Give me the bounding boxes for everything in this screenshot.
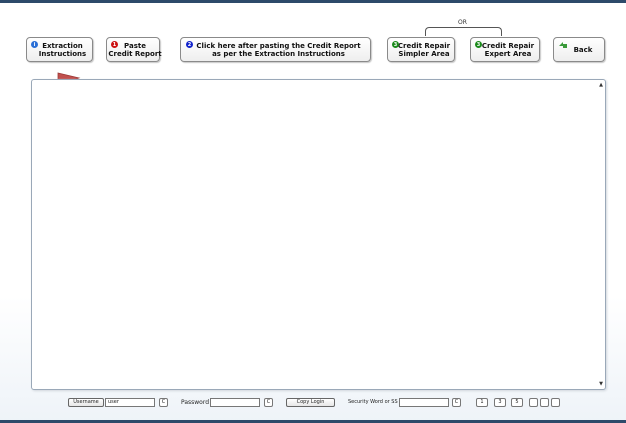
extraction-instructions-button[interactable]: i Extraction Instructions: [26, 37, 93, 62]
char-box-2[interactable]: [540, 397, 549, 407]
username-button[interactable]: Username: [68, 397, 104, 407]
back-button[interactable]: Back: [553, 37, 605, 62]
extraction-label: Extraction Instructions: [38, 41, 87, 58]
step-3-icon: 3: [392, 41, 399, 48]
copy-login-button[interactable]: Copy Login: [286, 397, 335, 407]
security-field[interactable]: [399, 397, 449, 407]
copy-username-icon[interactable]: C: [159, 397, 168, 407]
char-5-button[interactable]: 5: [511, 397, 523, 407]
paste-credit-report-button[interactable]: 1 Paste Credit Report: [106, 37, 162, 62]
process-credit-report-button[interactable]: 2 Click here after pasting the Credit Re…: [180, 37, 371, 62]
back-label: Back: [573, 45, 593, 54]
credit-report-textarea[interactable]: ▲ ▼: [31, 79, 606, 390]
char-box-1[interactable]: [529, 397, 538, 407]
expert-label: Credit Repair Expert Area: [481, 41, 535, 58]
step-1-icon: 1: [111, 41, 118, 48]
or-label: OR: [458, 19, 467, 26]
info-icon: i: [31, 41, 38, 48]
credit-repair-simpler-button[interactable]: 3 Credit Repair Simpler Area: [387, 37, 455, 62]
login-footer: Username user C Password C Copy Login Se…: [0, 397, 626, 409]
copy-password-icon[interactable]: C: [264, 397, 273, 407]
step-3-icon: 3: [475, 41, 482, 48]
password-label: Password: [181, 398, 210, 406]
char-1-button[interactable]: 1: [476, 397, 488, 407]
back-arrow-icon: [558, 41, 568, 51]
step-2-icon: 2: [186, 41, 193, 48]
scroll-up-icon[interactable]: ▲: [599, 82, 603, 88]
credit-repair-expert-button[interactable]: 3 Credit Repair Expert Area: [470, 37, 540, 62]
or-bracket: [425, 27, 502, 36]
copy-security-icon[interactable]: C: [452, 397, 461, 407]
username-field[interactable]: user: [105, 397, 155, 407]
top-border: [0, 0, 626, 3]
simpler-label: Credit Repair Simpler Area: [397, 41, 451, 58]
process-label: Click here after pasting the Credit Repo…: [196, 41, 361, 58]
char-3-button[interactable]: 3: [494, 397, 506, 407]
password-field[interactable]: [210, 397, 260, 407]
security-label: Security Word or SS: [348, 399, 398, 405]
char-box-3[interactable]: [551, 397, 560, 407]
scroll-down-icon[interactable]: ▼: [599, 381, 603, 387]
